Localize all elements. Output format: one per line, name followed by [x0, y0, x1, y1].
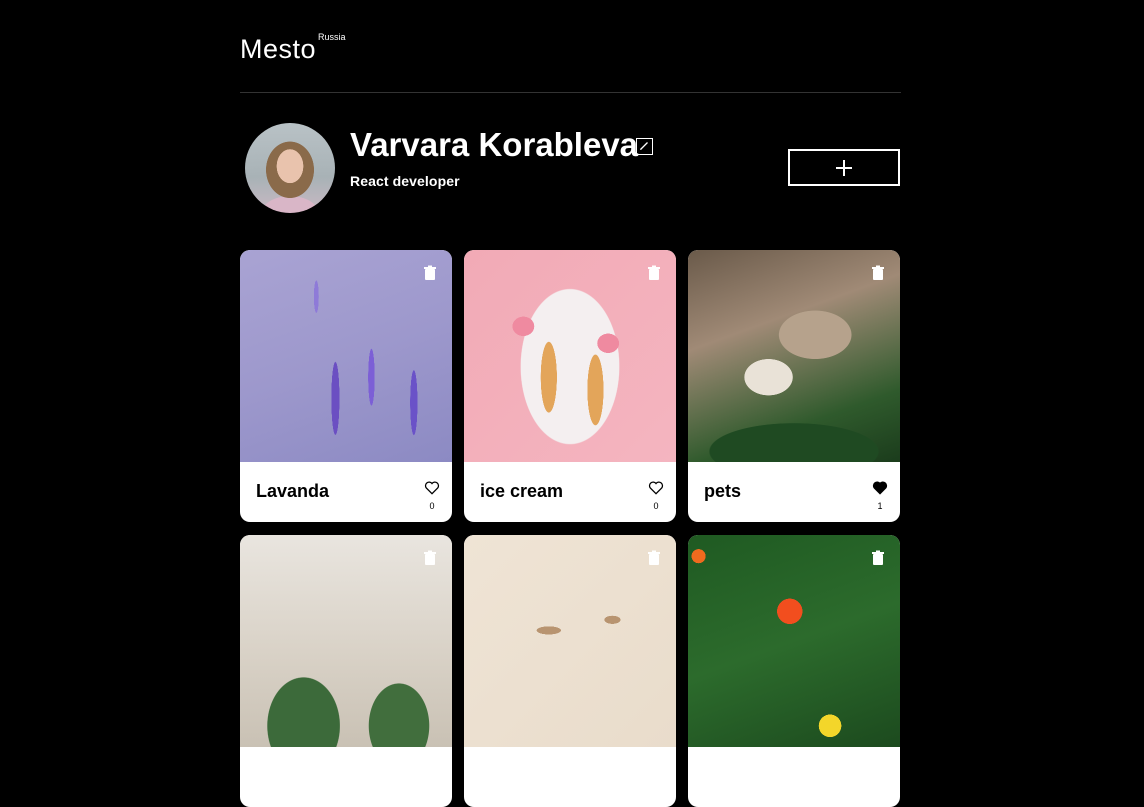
profile-name: Varvara Korableva: [350, 126, 639, 163]
logo-subtitle: Russia: [318, 32, 346, 42]
card: [688, 535, 900, 807]
add-card-button[interactable]: [788, 149, 900, 186]
avatar[interactable]: [245, 123, 335, 213]
card-image[interactable]: [240, 535, 452, 747]
card-body: [464, 747, 676, 807]
like-group: 0: [424, 481, 440, 511]
logo-text: Mesto: [240, 34, 317, 64]
card: Lavanda 0: [240, 250, 452, 522]
card: [464, 535, 676, 807]
header: Mesto Russia: [240, 0, 901, 93]
card-image[interactable]: [688, 250, 900, 462]
profile-about: React developer: [350, 173, 460, 189]
card-body: pets 1: [688, 462, 900, 522]
like-group: 1: [872, 481, 888, 511]
card-title: Lavanda: [256, 481, 330, 501]
trash-icon[interactable]: [646, 265, 662, 281]
like-count: 0: [653, 501, 659, 511]
heart-icon[interactable]: [648, 481, 664, 495]
card-image[interactable]: [464, 250, 676, 462]
heart-filled-icon[interactable]: [872, 481, 888, 495]
cards-grid: Lavanda 0 ice cream 0 pets 1: [240, 250, 901, 807]
card: ice cream 0: [464, 250, 676, 522]
content-container: Mesto Russia Varvara Korableva React dev…: [240, 0, 901, 807]
card-body: [240, 747, 452, 807]
card: [240, 535, 452, 807]
card-body: [688, 747, 900, 807]
plus-icon: [836, 159, 852, 176]
profile: Varvara Korableva React developer: [240, 123, 901, 213]
page: Mesto Russia Varvara Korableva React dev…: [0, 0, 1144, 807]
trash-icon[interactable]: [422, 265, 438, 281]
card-image[interactable]: [688, 535, 900, 747]
card: pets 1: [688, 250, 900, 522]
pencil-icon: [640, 142, 648, 150]
card-image[interactable]: [464, 535, 676, 747]
like-count: 0: [429, 501, 435, 511]
card-body: ice cream 0: [464, 462, 676, 522]
trash-icon[interactable]: [646, 550, 662, 566]
card-body: Lavanda 0: [240, 462, 452, 522]
card-image[interactable]: [240, 250, 452, 462]
trash-icon[interactable]: [870, 265, 886, 281]
like-count: 1: [877, 501, 883, 511]
card-title: ice cream: [480, 481, 564, 501]
card-title: pets: [704, 481, 742, 501]
trash-icon[interactable]: [870, 550, 886, 566]
heart-icon[interactable]: [424, 481, 440, 495]
logo: Mesto Russia: [240, 31, 346, 67]
trash-icon[interactable]: [422, 550, 438, 566]
edit-profile-button[interactable]: [636, 138, 653, 155]
like-group: 0: [648, 481, 664, 511]
